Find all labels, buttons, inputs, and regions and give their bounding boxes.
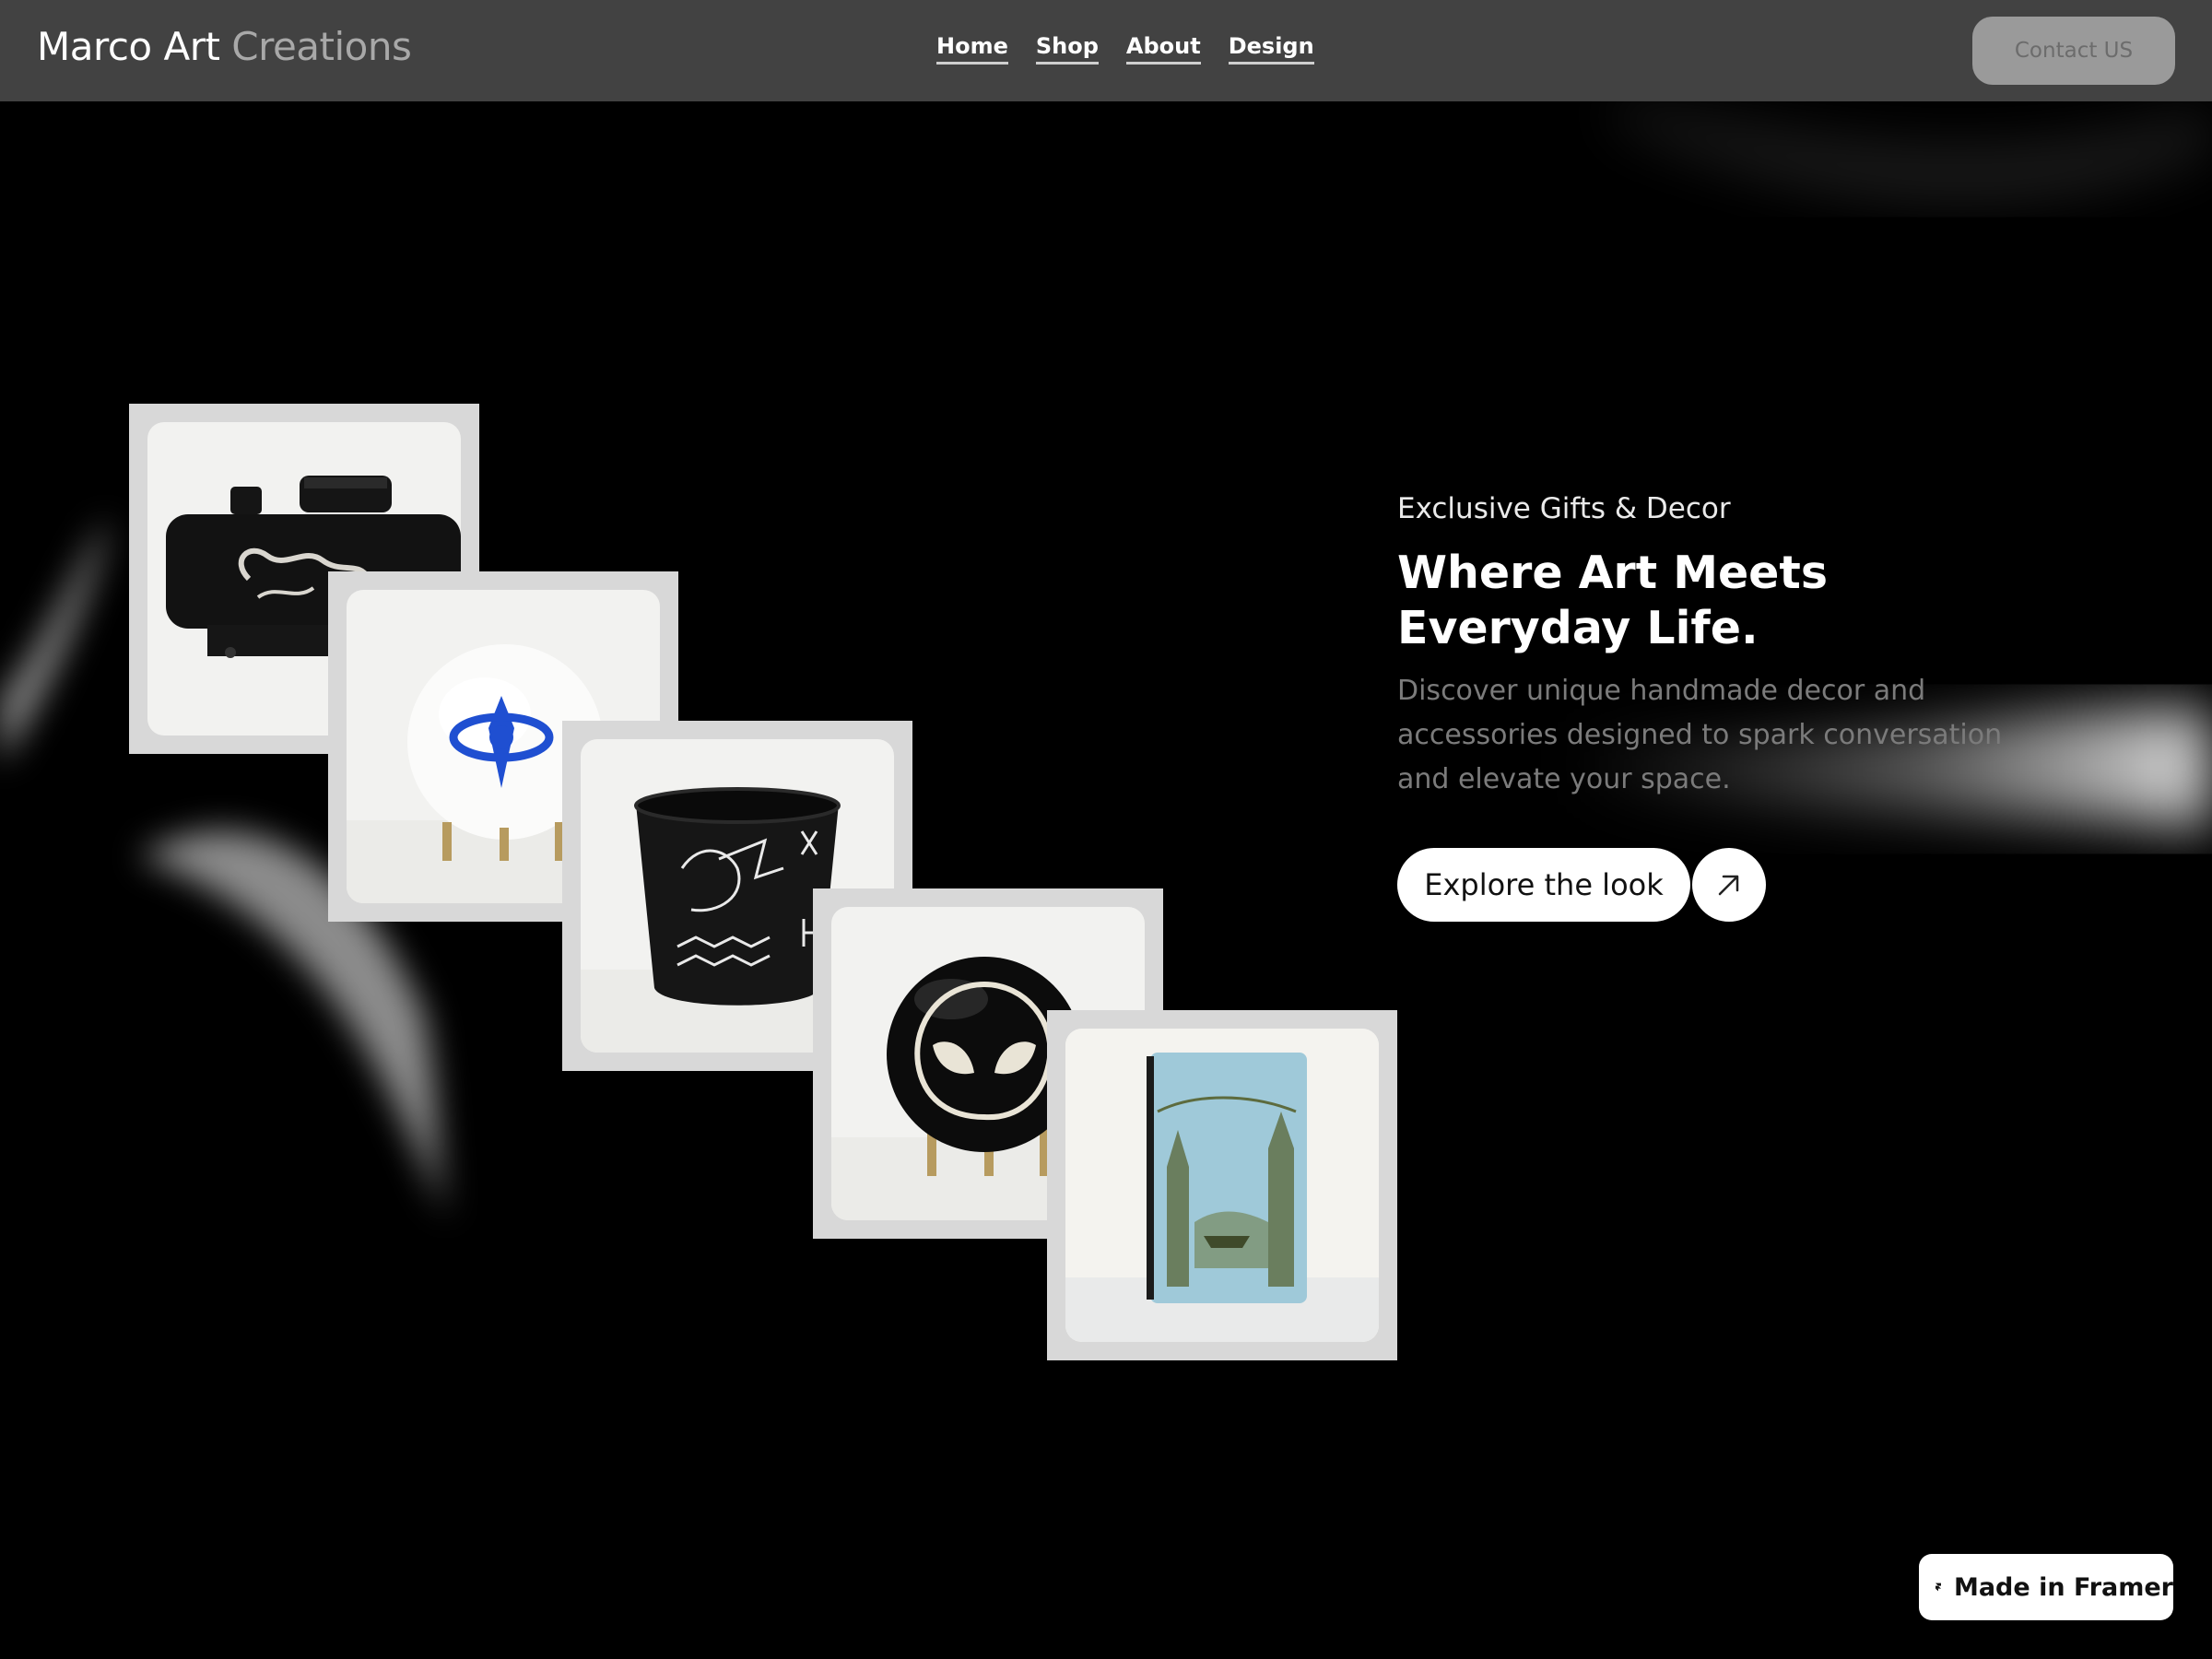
page: Marco Art Creations Home Shop About Desi…	[0, 0, 2212, 1659]
nav-shop-link[interactable]: Shop	[1035, 33, 1099, 65]
nav-about-link[interactable]: About	[1125, 33, 1201, 65]
arrow-up-right-icon	[1718, 875, 1739, 896]
hero-description: Discover unique handmade decor and acces…	[1397, 675, 2003, 795]
brand-logo[interactable]: Marco Art Creations	[37, 24, 412, 69]
nav-design-link[interactable]: Design	[1228, 33, 1314, 65]
explore-arrow-button[interactable]	[1692, 848, 1766, 922]
hero-headline: Where Art Meets Everyday Life.	[1397, 547, 1829, 654]
explore-the-look-button[interactable]: Explore the look	[1397, 848, 1690, 922]
main-navigation: Home Shop About Design	[936, 33, 1314, 65]
top-nav-bar: Marco Art Creations Home Shop About Desi…	[0, 0, 2212, 101]
hero-eyebrow: Exclusive Gifts & Decor	[1397, 492, 1731, 525]
product-card-blue-pouch[interactable]	[1047, 1010, 1397, 1360]
contact-us-button[interactable]: Contact US	[1972, 17, 2175, 85]
framer-logo-icon	[1936, 1583, 1941, 1592]
brand-subname: Creations	[231, 24, 412, 69]
product-image-blue-pouch	[1065, 1029, 1379, 1342]
brand-name: Marco Art	[37, 24, 220, 69]
nav-home-link[interactable]: Home	[936, 33, 1008, 65]
made-in-framer-badge[interactable]: Made in Framer	[1919, 1554, 2173, 1620]
made-in-framer-label: Made in Framer	[1953, 1572, 2173, 1602]
